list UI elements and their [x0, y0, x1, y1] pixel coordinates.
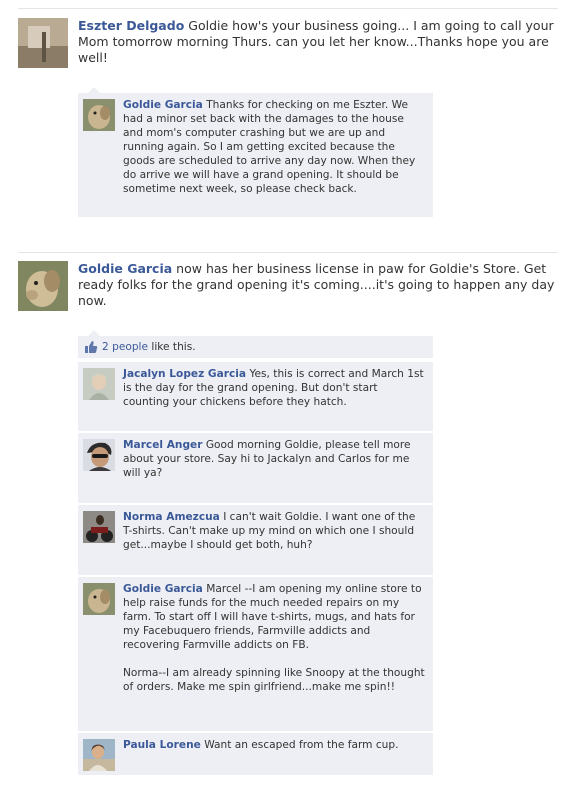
likes-text: 2 people like this.: [102, 336, 196, 358]
avatar-goldie-garcia[interactable]: [83, 583, 115, 615]
comment-author-link[interactable]: Goldie Garcia: [123, 583, 203, 595]
post-2-body: Goldie Garcia now has her business licen…: [78, 261, 558, 309]
comment-body: Marcel Anger Good morning Goldie, please…: [123, 438, 427, 480]
post-1-body: Eszter Delgado Goldie how's your busines…: [78, 18, 558, 66]
post-2-comment-3: Norma Amezcua I can't wait Goldie. I wan…: [78, 504, 433, 575]
comment-body: Paula Lorene Want an escaped from the fa…: [123, 738, 427, 752]
comment-body: Jacalyn Lopez Garcia Yes, this is correc…: [123, 367, 427, 409]
post-2-author-link[interactable]: Goldie Garcia: [78, 261, 172, 276]
post-2-comment-4: Goldie Garcia Marcel --I am opening my o…: [78, 576, 433, 731]
post-2-comment-1: Jacalyn Lopez Garcia Yes, this is correc…: [78, 361, 433, 431]
post-1-author-link[interactable]: Eszter Delgado: [78, 18, 184, 33]
comment-body: Goldie Garcia Thanks for checking on me …: [123, 98, 427, 196]
thumbs-up-icon: [84, 340, 98, 354]
comment-body: Goldie Garcia Marcel --I am opening my o…: [123, 582, 427, 694]
avatar-goldie-garcia-large[interactable]: [18, 261, 68, 311]
comment-author-link[interactable]: Jacalyn Lopez Garcia: [123, 368, 246, 380]
post-divider: [18, 252, 558, 253]
avatar-goldie-garcia[interactable]: [83, 99, 115, 131]
comment-author-link[interactable]: Paula Lorene: [123, 739, 201, 751]
comment-body: Norma Amezcua I can't wait Goldie. I wan…: [123, 510, 427, 552]
comment-text: Want an escaped from the farm cup.: [204, 739, 399, 751]
comment-author-link[interactable]: Marcel Anger: [123, 439, 202, 451]
top-divider: [18, 8, 558, 9]
likes-suffix: like this.: [148, 341, 196, 353]
post-1-comment-1: Goldie Garcia Thanks for checking on me …: [78, 93, 433, 217]
comment-author-link[interactable]: Norma Amezcua: [123, 511, 220, 523]
avatar-paula-lorene[interactable]: [83, 739, 115, 771]
post-2-comment-5: Paula Lorene Want an escaped from the fa…: [78, 732, 433, 775]
post-2-comment-2: Marcel Anger Good morning Goldie, please…: [78, 432, 433, 503]
comment-text: Thanks for checking on me Eszter. We had…: [123, 99, 416, 195]
avatar-jacalyn-lopez-garcia[interactable]: [83, 368, 115, 400]
likes-count-link[interactable]: 2 people: [102, 341, 148, 353]
comment-author-link[interactable]: Goldie Garcia: [123, 99, 203, 111]
avatar-norma-amezcua[interactable]: [83, 511, 115, 543]
likes-bar: 2 people like this.: [78, 336, 433, 358]
avatar-marcel-anger[interactable]: [83, 439, 115, 471]
avatar-eszter-delgado[interactable]: [18, 18, 68, 68]
comment-text: Marcel --I am opening my online store to…: [123, 583, 425, 693]
